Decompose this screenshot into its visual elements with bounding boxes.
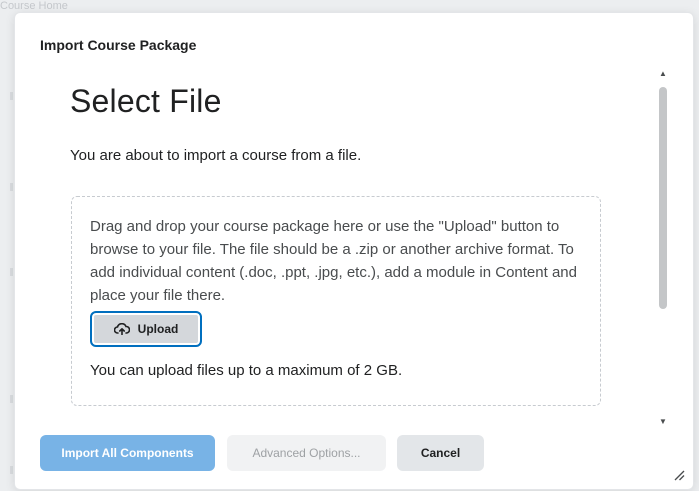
upload-button[interactable]: Upload: [90, 311, 202, 347]
background-marker: [10, 466, 13, 474]
background-marker: [10, 183, 13, 191]
scroll-down-icon[interactable]: ▼: [657, 415, 669, 427]
background-marker: [10, 268, 13, 276]
cancel-button[interactable]: Cancel: [397, 435, 484, 471]
upload-limit-text: You can upload files up to a maximum of …: [90, 362, 403, 379]
cloud-upload-icon: [113, 323, 130, 335]
dialog-content: Select File You are about to import a co…: [15, 67, 655, 427]
dialog-title: Import Course Package: [40, 37, 197, 53]
resize-handle-icon[interactable]: [671, 467, 685, 481]
scroll-up-icon[interactable]: ▲: [657, 67, 669, 79]
import-course-dialog: Import Course Package Select File You ar…: [14, 12, 694, 490]
page-title: Select File: [70, 83, 222, 119]
dropzone-instructions: Drag and drop your course package here o…: [90, 218, 577, 304]
upload-button-label: Upload: [137, 322, 179, 336]
advanced-options-button[interactable]: Advanced Options...: [227, 435, 386, 471]
file-dropzone[interactable]: Drag and drop your course package here o…: [71, 196, 601, 406]
vertical-scrollbar[interactable]: ▲ ▼: [657, 67, 669, 427]
background-breadcrumb: Course Home: [0, 0, 68, 12]
import-all-components-button[interactable]: Import All Components: [40, 435, 215, 471]
scrollbar-thumb[interactable]: [659, 87, 667, 309]
background-marker: [10, 395, 13, 403]
intro-text: You are about to import a course from a …: [70, 147, 362, 164]
background-marker: [10, 92, 13, 100]
